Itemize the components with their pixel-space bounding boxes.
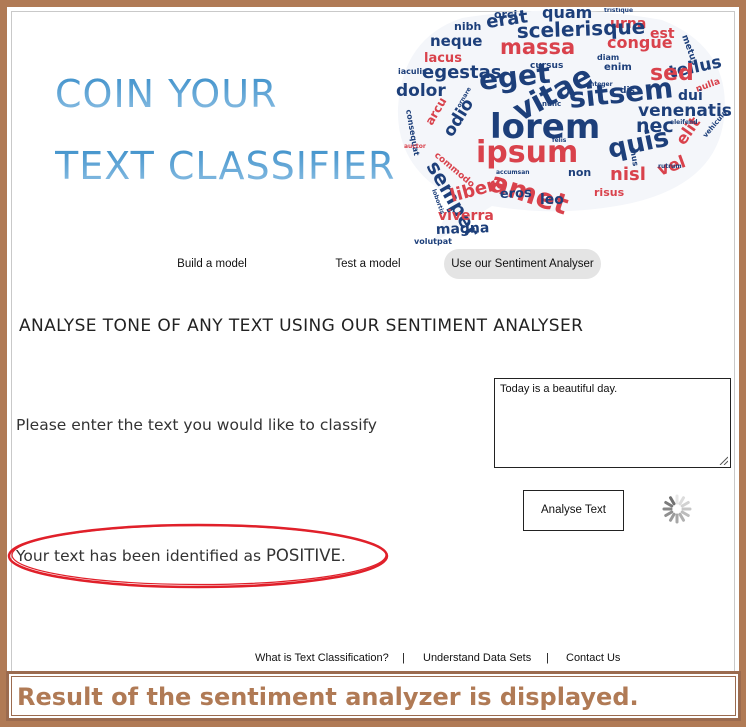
footer-links: What is Text Classification? | Understan…	[0, 652, 746, 668]
spinner-bar	[678, 496, 685, 506]
word-cloud-word: risus	[594, 186, 625, 199]
caption-text: Result of the sentiment analyzer is disp…	[11, 676, 736, 716]
footer-link-what-is-text-classification[interactable]: What is Text Classification?	[255, 652, 389, 664]
site-title-line-2: TEXT CLASSIFIER	[55, 144, 396, 188]
word-cloud-word: dis	[620, 86, 635, 96]
highlight-circle	[7, 523, 389, 589]
spinner-bar	[680, 510, 690, 517]
word-cloud-word: tristique	[604, 8, 633, 14]
footer-link-understand-data-sets[interactable]: Understand Data Sets	[423, 652, 531, 664]
word-cloud-word: massa	[500, 35, 575, 59]
word-cloud-image: orci quam tristiquenibh erat urnascelerisque…	[396, 8, 732, 246]
input-prompt-label: Please enter the text you would like to …	[16, 416, 377, 434]
main-nav: Build a model Test a model Use our Senti…	[0, 249, 746, 279]
text-input-value: Today is a beautiful day.	[500, 383, 618, 395]
loading-spinner-icon	[662, 494, 692, 524]
resize-grip-icon[interactable]	[718, 455, 728, 465]
spinner-bar	[664, 501, 674, 508]
word-cloud-word: integer	[588, 81, 613, 88]
spinner-bar	[678, 512, 685, 522]
word-cloud-word: iaculis	[398, 67, 427, 76]
word-cloud-word: felis	[552, 137, 567, 144]
word-cloud-word: volutpat	[414, 237, 452, 246]
tab-test-model[interactable]: Test a model	[320, 249, 416, 279]
spinner-bar	[669, 496, 676, 506]
site-title: COIN YOUR TEXT CLASSIFIER	[55, 72, 394, 222]
caption-box: Result of the sentiment analyzer is disp…	[6, 671, 741, 721]
word-cloud-word: rutrum	[658, 163, 682, 170]
tab-sentiment-analyser[interactable]: Use our Sentiment Analyser	[444, 249, 601, 279]
tab-build-model[interactable]: Build a model	[160, 249, 264, 279]
word-cloud-word: nunc	[542, 100, 561, 108]
word-cloud-word: nisl	[610, 164, 646, 185]
word-cloud-word: leo	[540, 192, 564, 208]
page-heading: ANALYSE TONE OF ANY TEXT USING OUR SENTI…	[19, 316, 584, 336]
word-cloud-word: accumsan	[496, 169, 530, 176]
word-cloud-word: non	[568, 166, 591, 179]
spinner-bar	[664, 510, 674, 517]
word-cloud-word: diam	[597, 53, 619, 62]
word-cloud-word: eros	[500, 186, 533, 202]
site-title-line-1: COIN YOUR	[55, 72, 278, 116]
footer-link-contact-us[interactable]: Contact Us	[566, 652, 620, 664]
footer-separator: |	[546, 652, 549, 664]
word-cloud-word: magna	[436, 220, 490, 238]
word-cloud-word: auctor	[404, 143, 426, 150]
word-cloud-word: enim	[604, 62, 632, 73]
text-input-field[interactable]: Today is a beautiful day.	[494, 378, 731, 468]
word-cloud-word: eleifend	[670, 119, 698, 126]
word-cloud-word: est	[650, 26, 675, 42]
word-cloud-word: neque	[430, 32, 482, 50]
analyse-text-button[interactable]: Analyse Text	[523, 490, 624, 531]
footer-separator: |	[402, 652, 405, 664]
frame-border-bottom	[0, 721, 746, 727]
spinner-bar	[669, 512, 676, 522]
spinner-bar	[680, 501, 690, 508]
